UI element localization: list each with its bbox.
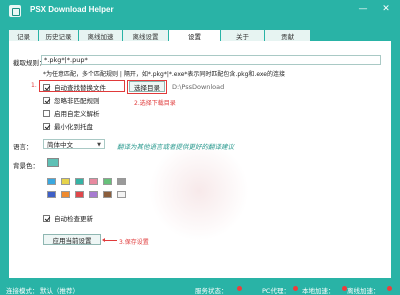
minimize-tray-checkbox[interactable]: 最小化到托盘 (43, 121, 93, 131)
color-swatch-6[interactable] (117, 178, 126, 185)
background-color-label: 背景色： (13, 162, 39, 170)
auto-replace-checkbox[interactable]: 自动查找替换文件 (43, 82, 106, 92)
auto-update-checkbox[interactable]: 自动检查更新 (43, 213, 93, 223)
color-palette (47, 178, 126, 198)
intercept-rule-input[interactable]: *.pkg*|*.pup* (41, 55, 381, 65)
minimize-icon[interactable]: — (355, 2, 371, 16)
offline-accel-label: 离线加速： (347, 287, 380, 295)
language-label: 语言： (13, 143, 33, 151)
choose-directory-button[interactable]: 选择目录 (129, 81, 165, 92)
checkbox-icon (43, 109, 50, 117)
title-bar: PSX Download Helper — ✕ (0, 0, 400, 22)
checkbox-icon (43, 214, 50, 222)
service-status-label: 服务状态： (195, 287, 228, 295)
pc-proxy-label: PC代理： (262, 287, 290, 295)
translate-link[interactable]: 翻译为其他语言或者提供更好的翻译建议 (117, 141, 234, 151)
apply-settings-button[interactable]: 应用当前设置 (43, 234, 101, 245)
tab-settings[interactable]: 设置 (169, 30, 221, 41)
tab-about[interactable]: 关于 (221, 30, 265, 41)
tab-records[interactable]: 记录 (9, 30, 39, 41)
current-color-swatch (47, 158, 59, 167)
checkbox-icon (43, 122, 50, 130)
color-swatch-2[interactable] (61, 178, 70, 185)
color-swatch-11[interactable] (103, 191, 112, 198)
language-select[interactable]: 简体中文 ▼ (43, 139, 105, 149)
annotation-step-1: 1. (31, 82, 37, 89)
custom-parse-checkbox[interactable]: 启用自定义解析 (43, 108, 100, 118)
tab-contribute[interactable]: 贡献 (265, 30, 311, 41)
color-swatch-12[interactable] (117, 191, 126, 198)
color-swatch-4[interactable] (89, 178, 98, 185)
annotation-step-2: 2.选择下载目录 (134, 100, 176, 107)
color-swatch-1[interactable] (47, 178, 56, 185)
color-swatch-7[interactable] (47, 191, 56, 198)
ignore-mismatch-checkbox[interactable]: 忽略非匹配规则 (43, 95, 100, 105)
color-swatch-3[interactable] (75, 178, 84, 185)
close-icon[interactable]: ✕ (378, 2, 394, 16)
download-directory-path: D:\PssDownload (172, 83, 225, 91)
connection-mode-value[interactable]: 默认（推荐） (40, 285, 79, 295)
connection-mode-label: 连接模式： (6, 287, 39, 295)
app-title: PSX Download Helper (30, 5, 114, 14)
background-decoration (149, 141, 249, 241)
app-window: PSX Download Helper — ✕ 记录 历史记录 离线加速 离线设… (0, 0, 400, 295)
rule-hint: *为任意匹配，多个匹配规则 | 隔开，如*.pkg*|*.exe*表示同时匹配包… (43, 71, 285, 78)
arrow-icon (102, 238, 117, 242)
tab-offline-settings[interactable]: 离线设置 (123, 30, 169, 41)
chevron-down-icon: ▼ (97, 142, 101, 148)
settings-panel: 截取规则： *.pkg*|*.pup* *为任意匹配，多个匹配规则 | 隔开，如… (9, 41, 391, 278)
service-status-indicator (237, 286, 242, 291)
offline-accel-indicator (387, 286, 392, 291)
tab-bar: 记录 历史记录 离线加速 离线设置 设置 关于 贡献 (9, 30, 391, 41)
color-swatch-8[interactable] (61, 191, 70, 198)
color-swatch-10[interactable] (89, 191, 98, 198)
pc-proxy-indicator (293, 286, 298, 291)
color-swatch-5[interactable] (103, 178, 112, 185)
app-logo-icon (9, 5, 21, 17)
checkbox-icon (43, 96, 50, 104)
status-bar: 连接模式： 默认（推荐） 服务状态： PC代理： 本地加速： 离线加速： (0, 282, 400, 295)
checkbox-icon (43, 83, 50, 91)
annotation-step-3: 3.保存设置 (119, 239, 149, 246)
local-accel-label: 本地加速： (302, 287, 335, 295)
tab-history[interactable]: 历史记录 (39, 30, 79, 41)
tab-offline-accel[interactable]: 离线加速 (79, 30, 123, 41)
color-swatch-9[interactable] (75, 191, 84, 198)
